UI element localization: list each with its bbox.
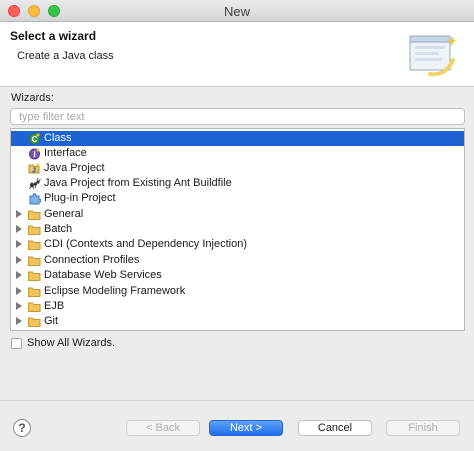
tree-item-label: EJB xyxy=(44,300,65,312)
tree-item-label: Connection Profiles xyxy=(44,254,140,266)
tree-item-label: Database Web Services xyxy=(44,269,162,281)
tree-item-label: Git xyxy=(44,315,59,327)
tree-category-connection-profiles[interactable]: Connection Profiles xyxy=(11,253,464,268)
tree-category-batch[interactable]: Batch xyxy=(11,222,464,237)
new-wizard-banner-icon xyxy=(409,35,457,77)
folder-icon xyxy=(28,256,41,266)
expand-arrow-icon[interactable] xyxy=(16,302,22,310)
button-bar-divider xyxy=(0,400,474,401)
expand-arrow-icon[interactable] xyxy=(16,287,22,295)
folder-icon xyxy=(28,225,41,235)
back-button[interactable]: < Back xyxy=(126,420,200,436)
svg-text:C: C xyxy=(32,135,38,144)
expand-arrow-icon[interactable] xyxy=(16,317,22,325)
java-project-icon: J xyxy=(28,162,41,175)
next-button[interactable]: Next > xyxy=(209,420,283,436)
tree-category-eclipse-modeling-framework[interactable]: Eclipse Modeling Framework xyxy=(11,284,464,299)
wizard-filter-input[interactable] xyxy=(10,108,465,125)
tree-item-ant-project[interactable]: Java Project from Existing Ant Buildfile xyxy=(11,176,464,191)
expand-arrow-icon[interactable] xyxy=(16,256,22,264)
tree-item-plugin-project[interactable]: Plug-in Project xyxy=(11,191,464,206)
tree-item-label: Eclipse Modeling Framework xyxy=(44,285,186,297)
tree-category-database-web-services[interactable]: Database Web Services xyxy=(11,268,464,283)
ant-project-icon xyxy=(28,177,41,190)
folder-icon xyxy=(28,287,41,297)
tree-item-java-project[interactable]: J Java Project xyxy=(11,161,464,176)
tree-item-label: CDI (Contexts and Dependency Injection) xyxy=(44,238,247,250)
expand-arrow-icon[interactable] xyxy=(16,240,22,248)
expand-arrow-icon[interactable] xyxy=(16,271,22,279)
folder-icon xyxy=(28,271,41,281)
folder-icon xyxy=(28,240,41,250)
svg-text:J: J xyxy=(32,168,36,175)
tree-item-label: Class xyxy=(44,132,72,144)
tree-category-ejb[interactable]: EJB xyxy=(11,299,464,314)
tree-item-label: Java Project xyxy=(44,162,105,174)
header-title: Select a wizard xyxy=(10,29,97,43)
show-all-wizards-checkbox[interactable] xyxy=(11,338,22,349)
wizard-tree[interactable]: C Class I Interface J Java Project Java … xyxy=(10,128,465,331)
tree-item-label: Plug-in Project xyxy=(44,192,116,204)
tree-category-general[interactable]: General xyxy=(11,207,464,222)
tree-category-cdi[interactable]: CDI (Contexts and Dependency Injection) xyxy=(11,237,464,252)
tree-category-git[interactable]: Git xyxy=(11,314,464,329)
java-class-icon: C xyxy=(29,132,41,145)
tree-item-class[interactable]: C Class xyxy=(11,131,464,146)
help-button[interactable]: ? xyxy=(13,419,31,437)
show-all-wizards-label: Show All Wizards. xyxy=(27,337,116,349)
wizards-label: Wizards: xyxy=(11,92,54,104)
header-subtitle: Create a Java class xyxy=(17,50,114,62)
folder-icon xyxy=(28,302,41,312)
window-title: New xyxy=(223,4,250,19)
tree-item-label: Interface xyxy=(44,147,87,159)
tree-item-label: General xyxy=(44,208,84,220)
expand-arrow-icon[interactable] xyxy=(16,225,22,233)
finish-button[interactable]: Finish xyxy=(386,420,460,436)
java-interface-icon: I xyxy=(29,147,41,160)
tree-item-label: Java Project from Existing Ant Buildfile xyxy=(44,177,232,189)
tree-item-label: Batch xyxy=(44,223,73,235)
folder-icon xyxy=(28,210,41,220)
tree-item-interface[interactable]: I Interface xyxy=(11,146,464,161)
title-bar: New xyxy=(0,0,474,22)
folder-icon xyxy=(28,317,41,327)
expand-arrow-icon[interactable] xyxy=(16,210,22,218)
plugin-project-icon xyxy=(29,192,41,205)
svg-text:I: I xyxy=(33,150,36,159)
cancel-button[interactable]: Cancel xyxy=(298,420,372,436)
wizard-header: Select a wizard Create a Java class xyxy=(0,22,474,87)
